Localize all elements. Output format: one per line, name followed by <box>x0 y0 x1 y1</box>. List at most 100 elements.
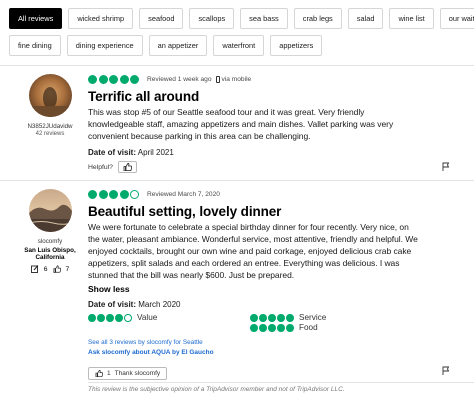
filter-chip[interactable]: dining experience <box>66 35 143 56</box>
review-text-line: appetizers, split salads and each ordere… <box>88 258 400 268</box>
thank-button[interactable]: 1 Thank slocomfy <box>88 367 168 380</box>
bubble-rating <box>250 323 294 332</box>
helpful-label: Helpful? <box>88 163 113 171</box>
bubble-filled-icon <box>259 323 267 332</box>
thank-label: Thank slocomfy <box>114 370 161 377</box>
subrating-value: Value <box>88 313 157 322</box>
review-filter-chips: All reviews wicked shrimp seafood scallops s… <box>9 8 474 62</box>
review-title[interactable]: Beautiful setting, lovely dinner <box>88 204 458 219</box>
filter-chip[interactable]: scallops <box>189 8 235 29</box>
filter-chip[interactable]: fine dining <box>9 35 61 56</box>
bubble-filled-icon <box>98 190 108 199</box>
bubble-filled-icon <box>286 313 294 322</box>
review-text-line: enjoyed cocktails, brought our own wine … <box>88 246 412 256</box>
filter-chip[interactable]: wicked shrimp <box>68 8 134 29</box>
filter-chip[interactable]: crab legs <box>293 8 342 29</box>
ask-reviewer-link[interactable]: Ask slocomfy about AQUA by El Gaucho <box>88 349 214 356</box>
bubble-filled-icon <box>250 323 258 332</box>
pencil-icon <box>30 265 39 274</box>
date-of-visit: Date of visit: April 2021 <box>88 148 458 157</box>
reviewer-info: N3852JUdavidw 42 reviews <box>10 74 90 137</box>
bubble-filled-icon <box>277 323 285 332</box>
review-text-line: stunned that the bill was nearly $600. J… <box>88 270 295 280</box>
review-text-line: the water, pleasant ambiance. Wonderful … <box>88 234 418 244</box>
helpful-vote-count: 7 <box>65 265 70 273</box>
divider <box>88 382 474 383</box>
bubble-filled-icon <box>88 75 97 84</box>
location-line-2: California <box>35 254 65 262</box>
contribution-count: 6 <box>43 265 48 273</box>
date-of-visit-value: April 2021 <box>137 148 174 157</box>
flag-icon[interactable] <box>442 366 450 375</box>
bubble-empty-icon <box>124 313 132 322</box>
reviewer-location: San Luis Obispo, California <box>10 247 90 261</box>
bubble-filled-icon <box>119 75 129 84</box>
subrating-service: Service <box>250 313 326 322</box>
bubble-filled-icon <box>88 190 97 199</box>
filter-chip[interactable]: an appetizer <box>148 35 208 56</box>
reviewer-stats: 6 7 <box>10 265 90 274</box>
review-content: Reviewed 1 week ago via mobile Terrific … <box>88 74 458 157</box>
bubble-filled-icon <box>130 75 139 84</box>
divider <box>0 180 474 181</box>
bubble-filled-icon <box>109 75 118 84</box>
bubble-empty-icon <box>130 190 139 199</box>
see-all-reviews-link[interactable]: See all 3 reviews by slocomfy for Seattl… <box>88 339 214 346</box>
thumbs-up-icon <box>53 265 61 274</box>
show-less-button[interactable]: Show less <box>88 284 458 294</box>
bubble-filled-icon <box>115 313 123 322</box>
date-of-visit-value: March 2020 <box>138 300 181 309</box>
avatar[interactable] <box>28 189 72 232</box>
filter-chip[interactable]: wine list <box>389 8 434 29</box>
review-text-line: This was stop #5 of our Seattle seafood … <box>88 107 365 117</box>
review-text-line: We were fortunate to celebrate a special… <box>88 222 409 232</box>
flag-icon[interactable] <box>442 162 450 171</box>
reviewer-info: slocomfy San Luis Obispo, California 6 7 <box>10 189 90 274</box>
rating-line: Reviewed 1 week ago via mobile <box>88 74 458 85</box>
review-text: We were fortunate to celebrate a special… <box>88 221 458 281</box>
filter-chip[interactable]: All reviews <box>9 8 63 29</box>
thumbs-up-icon <box>95 370 103 377</box>
reviewer-name[interactable]: N3852JUdavidw <box>10 123 90 130</box>
date-of-visit: Date of visit: March 2020 <box>88 300 458 309</box>
review-content: Reviewed March 7, 2020 Beautiful setting… <box>88 189 458 309</box>
bubble-rating <box>88 190 139 199</box>
bubble-filled-icon <box>97 313 105 322</box>
review-date: Reviewed March 7, 2020 <box>147 191 220 198</box>
reviewer-review-count: 42 reviews <box>35 131 65 137</box>
filter-row-1: All reviews wicked shrimp seafood scallops s… <box>9 8 474 29</box>
bubble-filled-icon <box>286 323 294 332</box>
thank-section: 1 Thank slocomfy <box>88 364 168 382</box>
thumbs-up-icon <box>123 163 132 171</box>
bubble-rating <box>250 313 294 322</box>
bubble-filled-icon <box>88 313 96 322</box>
helpful-button[interactable] <box>117 161 137 173</box>
filter-chip[interactable]: salad <box>347 8 384 29</box>
filter-chip[interactable]: appetizers <box>270 35 323 56</box>
bubble-filled-icon <box>277 313 285 322</box>
review-text-line: convenient because parking in this area … <box>88 131 311 141</box>
review-text: This was stop #5 of our Seattle seafood … <box>88 106 458 142</box>
filter-chip[interactable]: seafood <box>139 8 184 29</box>
bubble-rating <box>88 75 139 84</box>
date-of-visit-label: Date of visit: <box>88 300 137 309</box>
review-date: Reviewed 1 week ago <box>147 76 212 83</box>
avatar[interactable] <box>28 74 72 117</box>
subrating-label: Food <box>299 323 318 332</box>
review-title[interactable]: Terrific all around <box>88 89 458 104</box>
review-text-line: knowledgeable staff, amazing appetizers … <box>88 119 394 129</box>
bubble-filled-icon <box>119 190 129 199</box>
filter-chip[interactable]: waterfront <box>213 35 265 56</box>
reviewer-name[interactable]: slocomfy <box>10 238 90 245</box>
subrating-food: Food <box>250 323 318 332</box>
filter-chip[interactable]: sea bass <box>240 8 288 29</box>
thank-count: 1 <box>107 370 111 377</box>
mobile-icon <box>215 76 220 83</box>
rating-line: Reviewed March 7, 2020 <box>88 189 458 200</box>
disclaimer: This review is the subjective opinion of… <box>88 386 345 393</box>
filter-chip[interactable]: our waiter <box>439 8 474 29</box>
filter-row-2: fine dining dining experience an appetizer… <box>9 35 471 56</box>
bubble-filled-icon <box>106 313 114 322</box>
bubble-filled-icon <box>268 323 276 332</box>
bubble-rating <box>88 313 132 322</box>
